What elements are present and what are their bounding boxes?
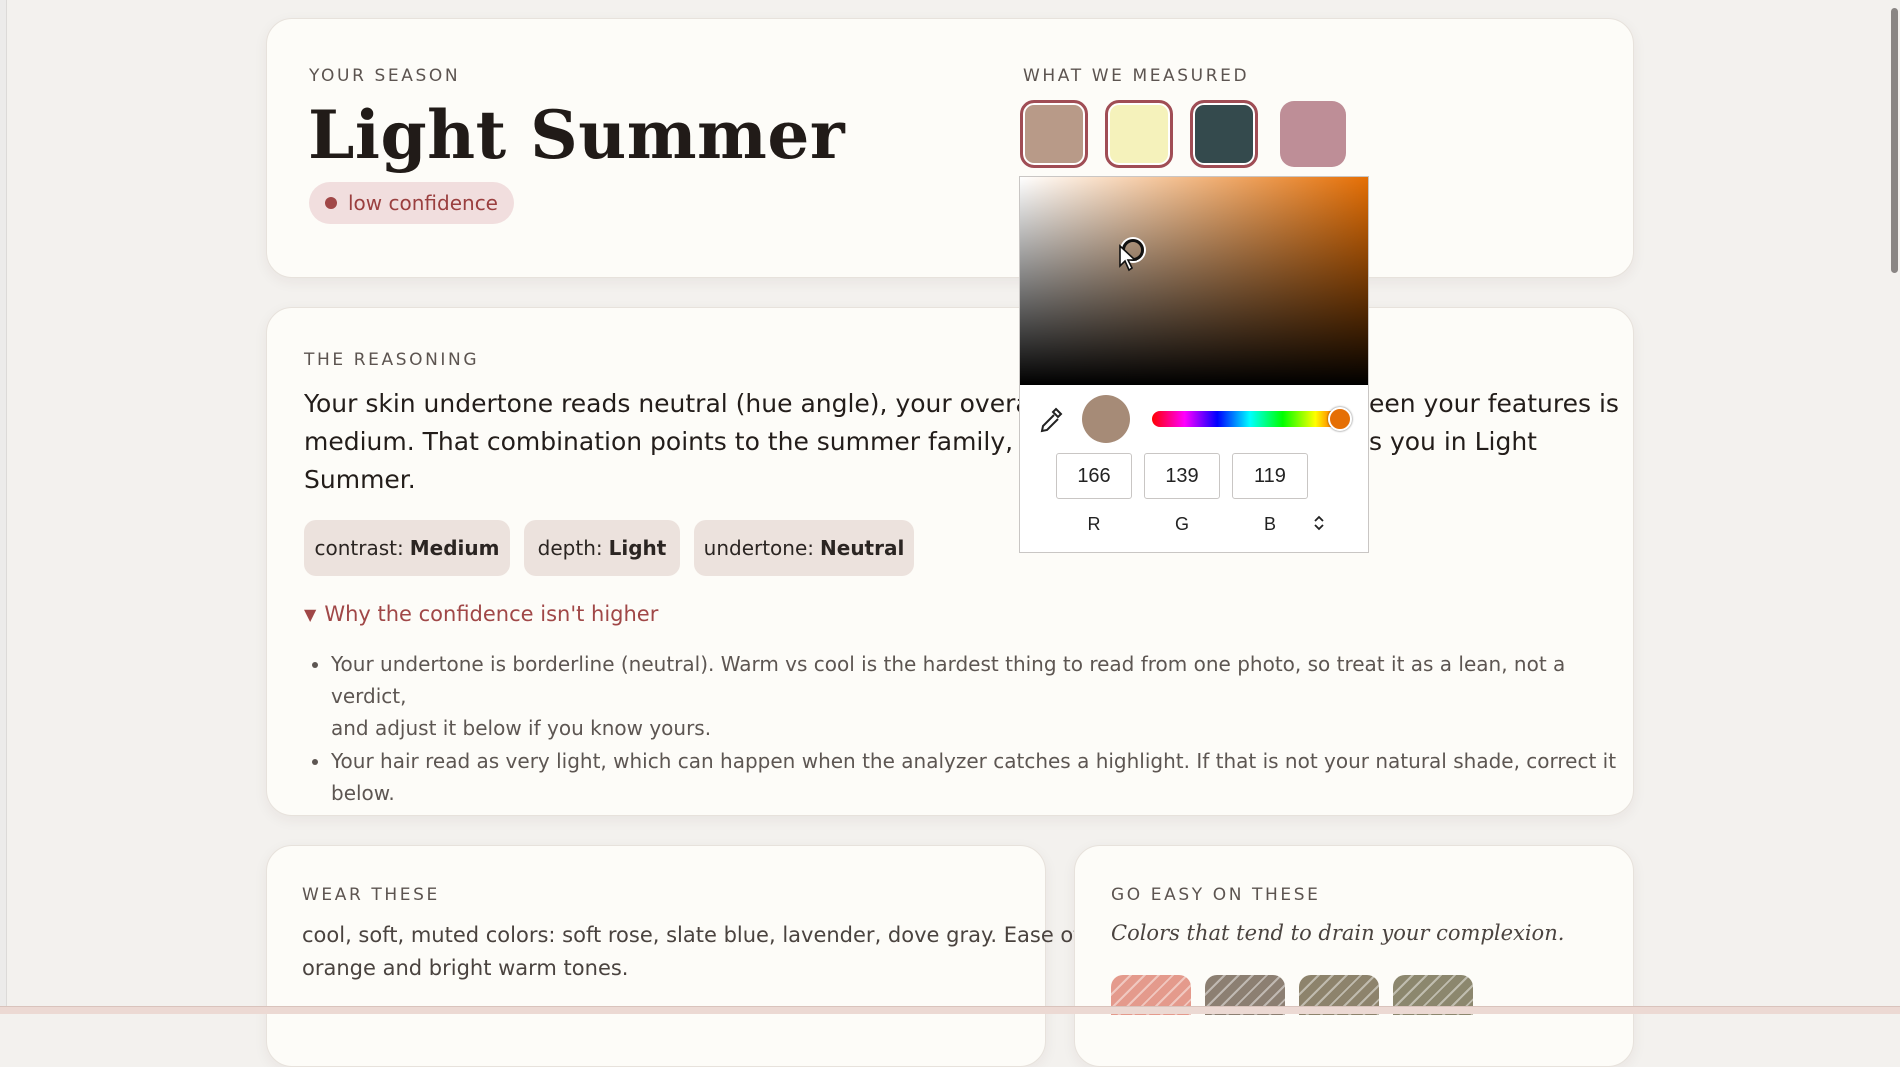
wear-text-line-1: cool, soft, muted colors: soft rose, sla… bbox=[302, 923, 1088, 947]
scrollbar-thumb[interactable] bbox=[1891, 8, 1898, 273]
measured-swatch-lips[interactable] bbox=[1280, 101, 1346, 167]
confidence-badge: low confidence bbox=[309, 182, 514, 224]
chip-contrast-key: contrast: bbox=[314, 536, 404, 560]
season-eyebrow: YOUR SEASON bbox=[309, 66, 461, 86]
chip-contrast-value: Medium bbox=[409, 536, 500, 560]
green-label: G bbox=[1174, 514, 1189, 534]
measured-swatch-skin[interactable] bbox=[1020, 100, 1088, 168]
season-title: Light Summer bbox=[308, 96, 846, 174]
bottom-edge bbox=[0, 1006, 1900, 1014]
details-item-undertone: Your undertone is borderline (neutral). … bbox=[331, 648, 1631, 744]
measured-eyebrow: WHAT WE MEASURED bbox=[1023, 66, 1250, 86]
reasoning-text-line-2b: s you in Light bbox=[1369, 427, 1537, 456]
chip-undertone-value: Neutral bbox=[820, 536, 905, 560]
chip-undertone-key: undertone: bbox=[703, 536, 815, 560]
color-picker-popup: 166 139 119 R G B bbox=[1019, 176, 1369, 553]
reasoning-text-line-3: Summer. bbox=[304, 465, 416, 494]
chip-contrast: contrast: Medium bbox=[304, 520, 510, 576]
confidence-badge-label: low confidence bbox=[348, 191, 498, 215]
hue-slider[interactable] bbox=[1152, 411, 1348, 427]
format-toggle-icon[interactable] bbox=[1313, 514, 1325, 536]
avoid-subtitle: Colors that tend to drain your complexio… bbox=[1111, 921, 1565, 945]
scrollbar[interactable] bbox=[1888, 0, 1900, 1014]
saturation-value-area[interactable] bbox=[1020, 177, 1368, 385]
hue-slider-thumb[interactable] bbox=[1328, 407, 1352, 431]
reasoning-text-line-1a: Your skin undertone reads neutral (hue a… bbox=[304, 389, 1126, 418]
blue-label: B bbox=[1263, 514, 1276, 534]
green-input[interactable]: 139 bbox=[1144, 453, 1220, 499]
chip-depth-value: Light bbox=[608, 536, 667, 560]
measured-swatch-hair[interactable] bbox=[1105, 100, 1173, 168]
avoid-card bbox=[1074, 845, 1634, 1067]
confidence-details-toggle[interactable]: ▼ Why the confidence isn't higher bbox=[304, 602, 658, 626]
details-item-1-line-1: Your undertone is borderline (neutral). … bbox=[331, 652, 1566, 708]
chip-depth-key: depth: bbox=[537, 536, 603, 560]
wear-eyebrow: WEAR THESE bbox=[302, 885, 440, 905]
eyedropper-icon[interactable] bbox=[1038, 406, 1064, 440]
chip-undertone: undertone: Neutral bbox=[694, 520, 914, 576]
wear-text-line-2: orange and bright warm tones. bbox=[302, 956, 629, 980]
details-list: Your undertone is borderline (neutral). … bbox=[305, 648, 1631, 810]
left-edge bbox=[0, 0, 7, 1014]
chip-depth: depth: Light bbox=[524, 520, 680, 576]
confidence-dot-icon bbox=[325, 197, 337, 209]
reasoning-eyebrow: THE REASONING bbox=[304, 350, 480, 370]
blue-input[interactable]: 119 bbox=[1232, 453, 1308, 499]
details-item-2-line-2: below. bbox=[331, 781, 395, 805]
red-input[interactable]: 166 bbox=[1056, 453, 1132, 499]
reasoning-text-line-1b: een your features is bbox=[1369, 389, 1619, 418]
details-item-hair: Your hair read as very light, which can … bbox=[331, 745, 1631, 809]
triangle-down-icon: ▼ bbox=[304, 604, 317, 624]
details-item-2-line-1: Your hair read as very light, which can … bbox=[331, 749, 1617, 773]
details-summary: Why the confidence isn't higher bbox=[324, 602, 659, 626]
measured-swatch-eyes[interactable] bbox=[1190, 100, 1258, 168]
details-item-1-line-2: and adjust it below if you know yours. bbox=[331, 716, 712, 740]
red-label: R bbox=[1087, 514, 1101, 534]
avoid-eyebrow: GO EASY ON THESE bbox=[1111, 885, 1321, 905]
mouse-pointer-icon bbox=[1118, 244, 1138, 276]
color-preview bbox=[1082, 395, 1130, 443]
reasoning-text-line-2a: medium. That combination points to the s… bbox=[304, 427, 1122, 456]
